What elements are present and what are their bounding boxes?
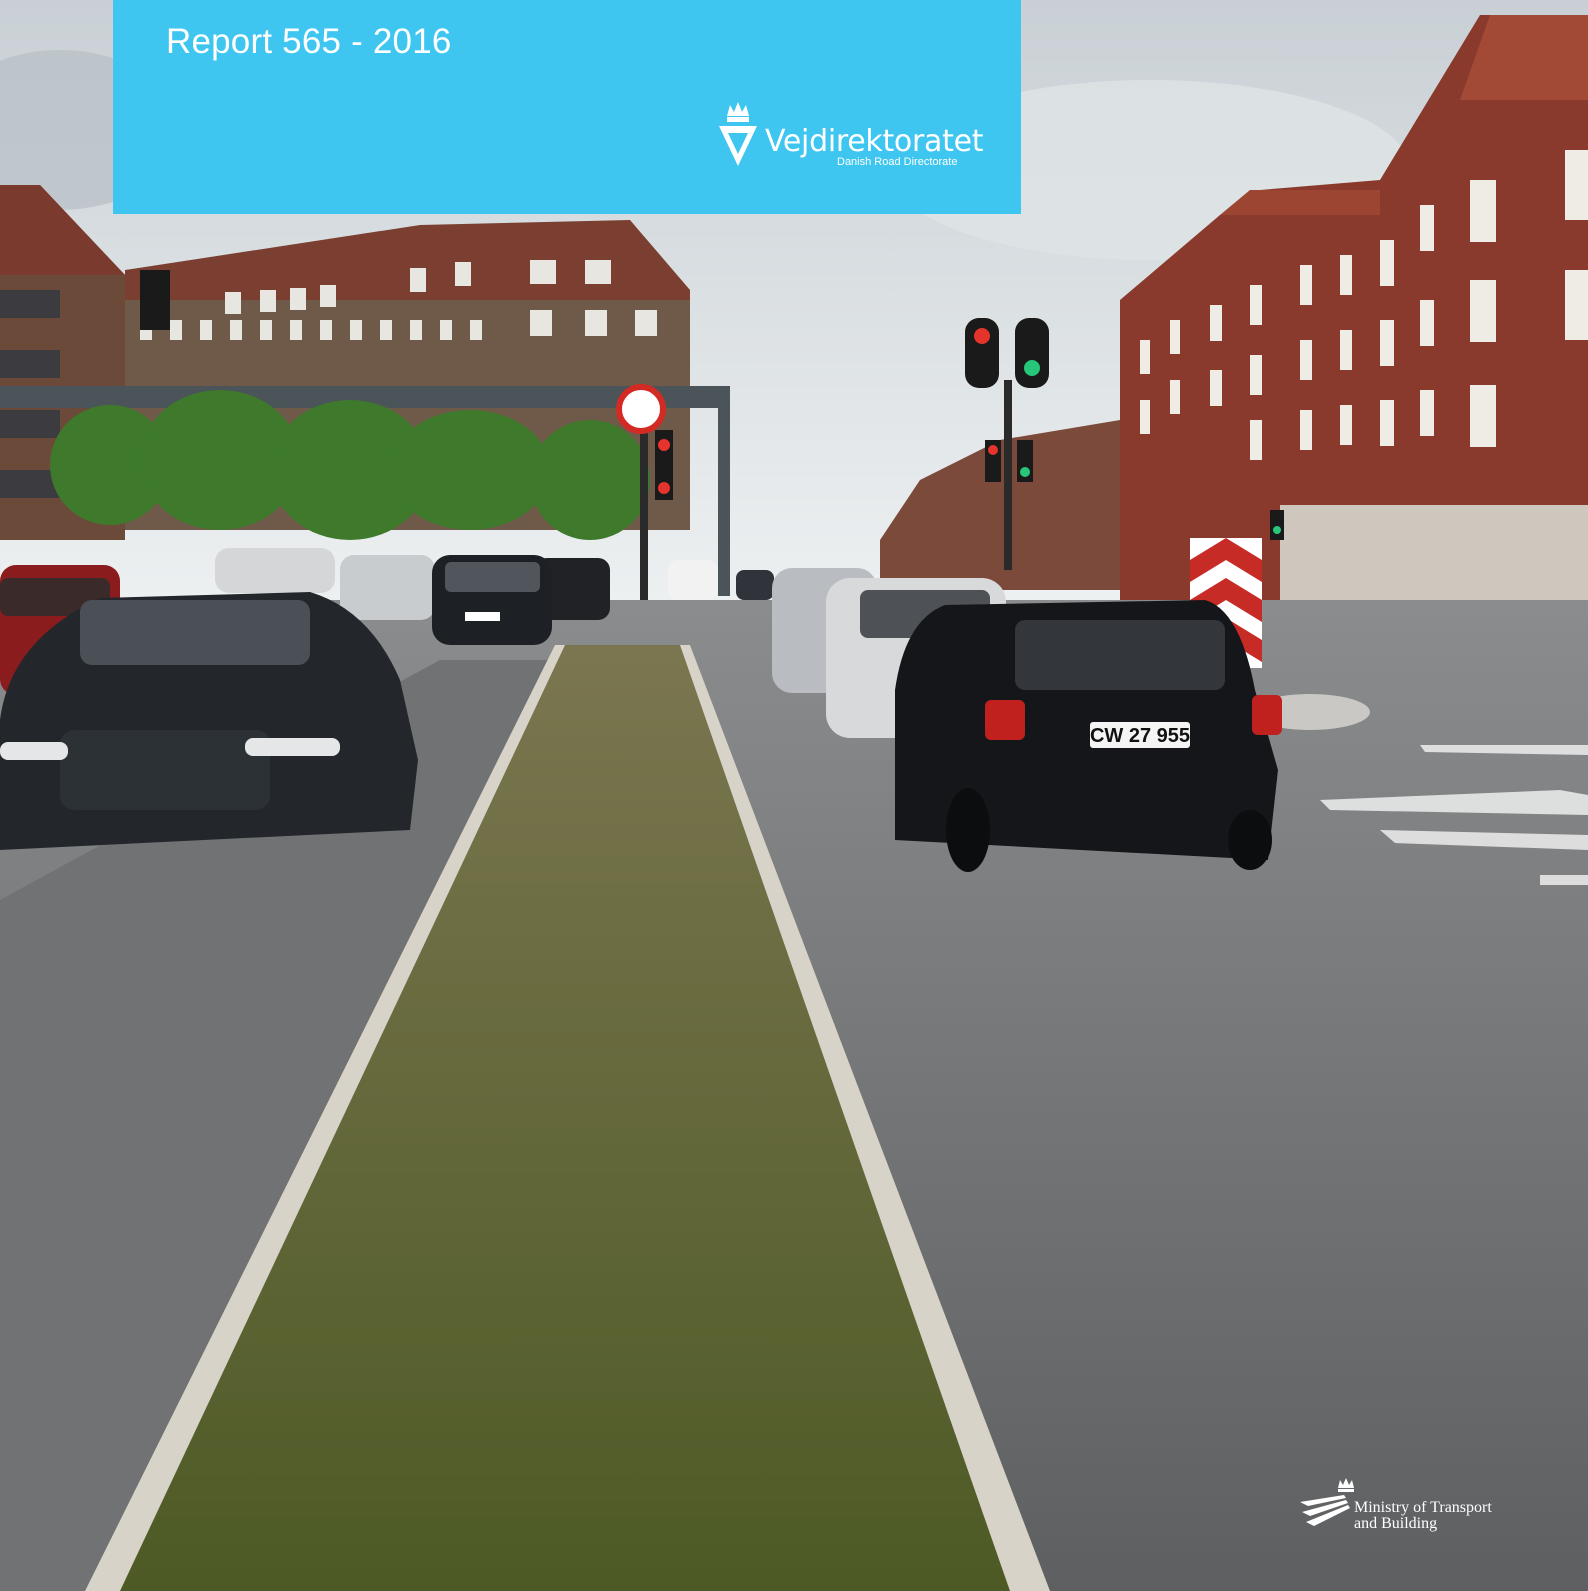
logo-name: Vejdirektoratet xyxy=(765,124,984,159)
cover-photo: CW 27 955 REKLAMEPLADS TIL LEJE 39 69 76… xyxy=(0,0,1588,1591)
dark-car-centre xyxy=(432,555,552,645)
ministry-logo: Ministry of Transport and Building xyxy=(1300,1476,1530,1536)
logo-subtitle: Danish Road Directorate xyxy=(837,156,958,168)
ministry-name-line2: and Building xyxy=(1354,1515,1438,1532)
report-title: Report 565 - 2016 xyxy=(166,22,452,61)
crown-wings-icon xyxy=(1300,1478,1354,1526)
vejdirektoratet-logo: Vejdirektoratet Danish Road Directorate xyxy=(715,100,983,172)
title-banner: Report 565 - 2016 Vejdirektoratet Danish… xyxy=(113,0,1021,214)
black-car-right: CW 27 955 xyxy=(895,600,1282,872)
black-car-left xyxy=(0,592,418,850)
crown-triangle-icon xyxy=(719,102,757,166)
svg-text:CW 27 955: CW 27 955 xyxy=(1090,725,1190,747)
